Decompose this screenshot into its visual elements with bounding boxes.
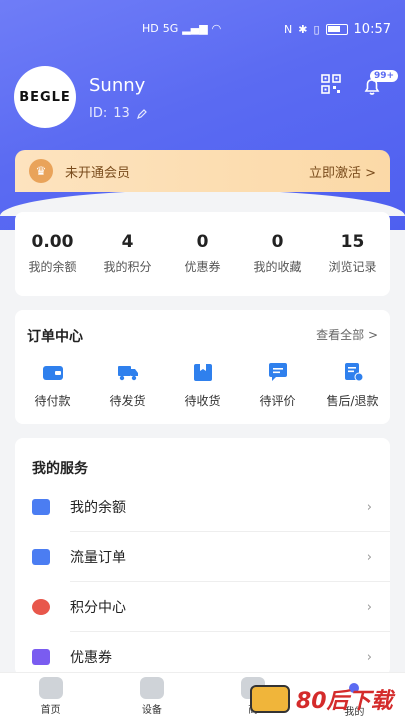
stat-value: 0 xyxy=(271,232,284,252)
clock: 10:57 xyxy=(353,22,391,37)
stat-favorites[interactable]: 0 我的收藏 xyxy=(240,212,315,296)
tab-home[interactable]: 首页 xyxy=(0,673,101,720)
stat-value: 0.00 xyxy=(31,232,74,252)
order-label: 待发货 xyxy=(109,394,146,408)
user-id-value: 13 xyxy=(113,106,130,121)
vip-status-text: 未开通会员 xyxy=(65,165,131,181)
wifi-icon: ◠ xyxy=(211,22,222,35)
watermark-logo-icon xyxy=(250,685,290,713)
nfc-icon: N xyxy=(284,23,293,36)
tab-label: 首页 xyxy=(40,705,61,716)
chevron-right-icon: › xyxy=(366,649,372,665)
order-pending-receipt[interactable]: 待收货 xyxy=(165,362,240,409)
stat-label: 优惠券 xyxy=(184,260,221,274)
service-label: 流量订单 xyxy=(70,550,126,566)
order-label: 待付款 xyxy=(34,394,71,408)
service-label: 优惠券 xyxy=(70,650,112,666)
order-pending-payment[interactable]: 待付款 xyxy=(15,362,90,409)
service-item-points-center[interactable]: 积分中心 › xyxy=(15,582,390,632)
order-after-sale[interactable]: 售后/退款 xyxy=(315,362,390,409)
stats-card: 0.00 我的余额 4 我的积分 0 优惠券 0 我的收藏 15 浏览记录 xyxy=(15,212,390,296)
service-label: 积分中心 xyxy=(70,600,126,616)
order-icon xyxy=(32,549,50,565)
battery-icon xyxy=(325,24,348,35)
tab-label: 设备 xyxy=(141,705,162,716)
network-label: 5G xyxy=(162,22,179,35)
order-label: 售后/退款 xyxy=(326,394,379,408)
stat-label: 我的积分 xyxy=(103,260,152,274)
home-icon xyxy=(38,677,63,699)
chevron-right-icon: › xyxy=(366,549,372,565)
order-label: 待评价 xyxy=(259,394,296,408)
wallet-icon xyxy=(42,366,63,380)
username[interactable]: Sunny xyxy=(89,75,145,96)
watermark: 80后下载 xyxy=(250,682,400,716)
avatar[interactable]: BEGLE xyxy=(14,66,76,128)
signal-indicators: HD 5G ▂▄▆ ◠ xyxy=(142,22,221,35)
pencil-icon[interactable] xyxy=(136,108,148,120)
activate-vip-link[interactable]: 立即激活 > xyxy=(309,162,376,181)
order-pending-shipment[interactable]: 待发货 xyxy=(90,362,165,409)
refund-icon xyxy=(344,363,363,382)
service-label: 我的余额 xyxy=(70,500,126,516)
vibrate-icon: ▯ xyxy=(313,23,320,36)
signal-icon: ▂▄▆ xyxy=(182,22,208,35)
user-id-label: ID: xyxy=(89,106,108,121)
comment-icon xyxy=(268,363,287,381)
status-right: N ✱ ▯ 10:57 xyxy=(284,22,391,37)
avatar-logo-text: BEGLE xyxy=(19,89,71,105)
balance-icon xyxy=(32,499,50,515)
stat-label: 浏览记录 xyxy=(328,260,377,274)
truck-icon xyxy=(117,366,138,381)
my-services-card: 我的服务 我的余额 › 流量订单 › 积分中心 › 优惠券 › xyxy=(15,438,390,676)
vip-banner[interactable]: ♛ 未开通会员 立即激活 > xyxy=(15,150,390,192)
order-label: 待收货 xyxy=(184,394,221,408)
chevron-right-icon: › xyxy=(366,499,372,515)
view-all-orders-link[interactable]: 查看全部 > xyxy=(316,326,378,346)
stat-label: 我的收藏 xyxy=(253,260,302,274)
stat-coupons[interactable]: 0 优惠券 xyxy=(165,212,240,296)
order-pending-review[interactable]: 待评价 xyxy=(240,362,315,409)
stat-history[interactable]: 15 浏览记录 xyxy=(315,212,390,296)
stat-value: 4 xyxy=(121,232,134,252)
watermark-text: 80后下载 xyxy=(296,689,393,714)
service-item-balance[interactable]: 我的余额 › xyxy=(15,482,390,532)
package-icon xyxy=(193,364,212,381)
coins-icon xyxy=(32,599,50,615)
service-item-traffic-orders[interactable]: 流量订单 › xyxy=(15,532,390,582)
hd-icon: HD xyxy=(142,22,159,35)
crown-icon: ♛ xyxy=(29,159,53,183)
chevron-right-icon: › xyxy=(366,599,372,615)
user-id: ID: 13 xyxy=(89,106,148,121)
qr-code-icon[interactable] xyxy=(321,74,341,94)
coupon-icon xyxy=(32,649,50,665)
stat-value: 0 xyxy=(196,232,209,252)
order-center-title: 订单中心 xyxy=(27,329,83,345)
device-icon xyxy=(139,677,164,699)
stat-value: 15 xyxy=(340,232,365,252)
stat-balance[interactable]: 0.00 我的余额 xyxy=(15,212,90,296)
status-bar: HD 5G ▂▄▆ ◠ N ✱ ▯ 10:57 xyxy=(0,0,405,58)
stat-points[interactable]: 4 我的积分 xyxy=(90,212,165,296)
services-title: 我的服务 xyxy=(32,461,88,477)
bluetooth-icon: ✱ xyxy=(298,23,308,36)
tab-device[interactable]: 设备 xyxy=(101,673,202,720)
order-center-card: 订单中心 查看全部 > 待付款 待发货 待收货 待评价 售后/退款 xyxy=(15,310,390,424)
notification-badge: 99+ xyxy=(370,70,399,82)
stat-label: 我的余额 xyxy=(28,260,77,274)
